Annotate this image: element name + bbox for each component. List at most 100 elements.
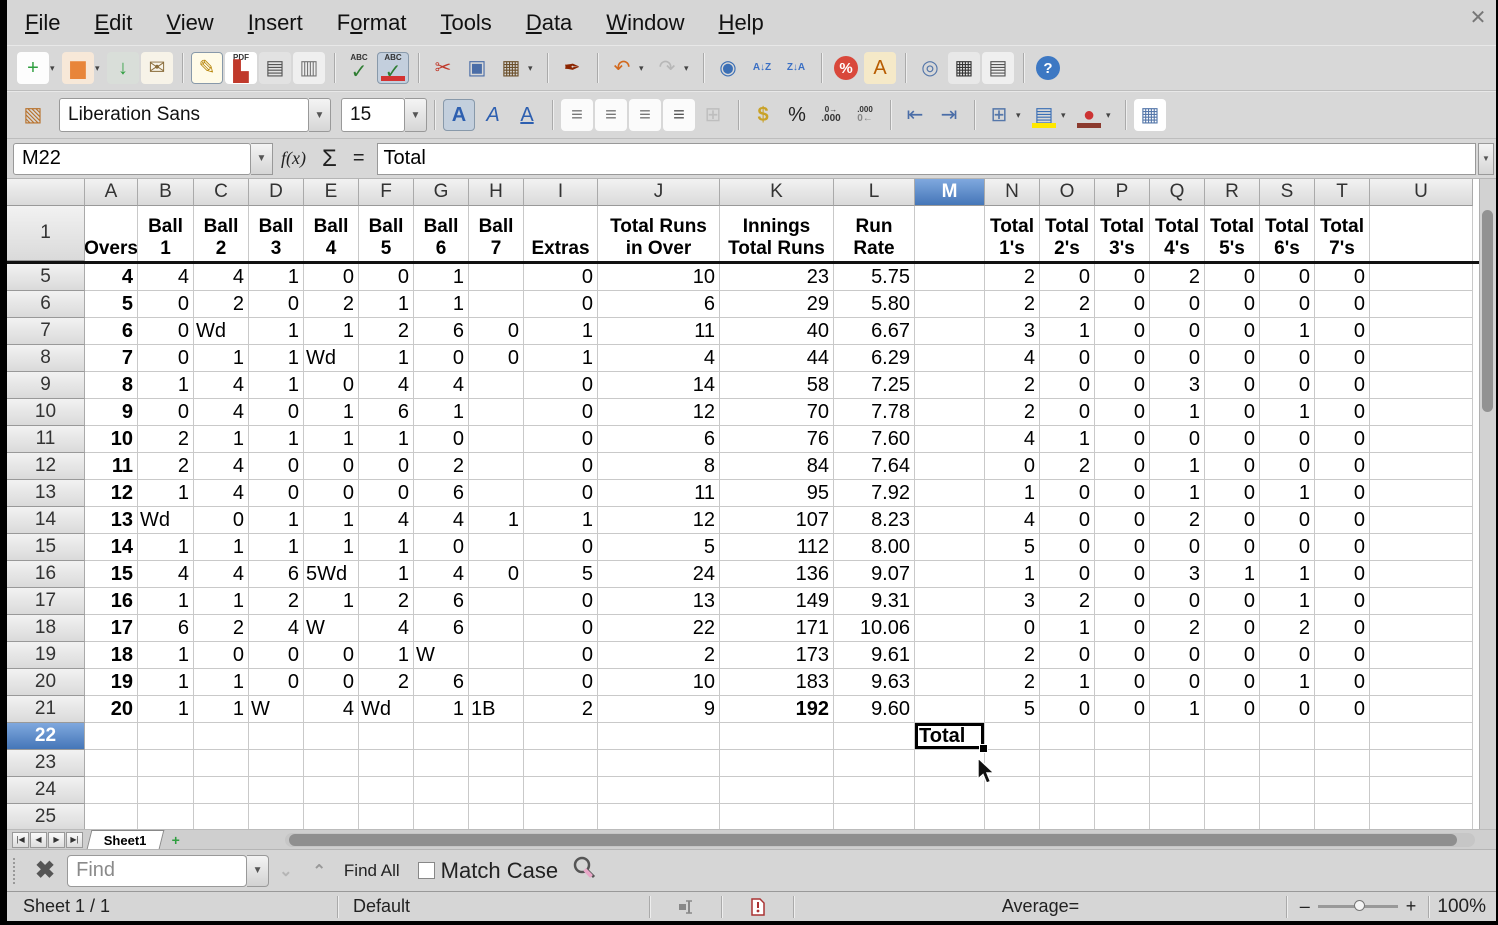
menu-window[interactable]: Window	[606, 10, 684, 36]
close-findbar-icon[interactable]: ✖	[35, 856, 55, 885]
cell-O20[interactable]: 1	[1040, 669, 1095, 696]
cell-Q20[interactable]: 0	[1150, 669, 1205, 696]
cell-I23[interactable]	[524, 750, 598, 777]
cell-E5[interactable]: 0	[304, 264, 359, 291]
cell-N18[interactable]: 0	[985, 615, 1040, 642]
cell-G19[interactable]: W	[414, 642, 469, 669]
cell-S18[interactable]: 2	[1260, 615, 1315, 642]
cell-E25[interactable]	[304, 804, 359, 829]
cell-B18[interactable]: 6	[138, 615, 194, 642]
cell-C15[interactable]: 1	[194, 534, 249, 561]
cell-J12[interactable]: 8	[598, 453, 720, 480]
cell-K24[interactable]	[720, 777, 834, 804]
cell-I12[interactable]: 0	[524, 453, 598, 480]
sheet-number-status[interactable]: Sheet 1 / 1	[7, 896, 337, 917]
find-previous-icon[interactable]: ⌃	[313, 861, 326, 881]
cell-C24[interactable]	[194, 777, 249, 804]
cell-P23[interactable]	[1095, 750, 1150, 777]
cell-A7[interactable]: 6	[85, 318, 138, 345]
navigator-icon[interactable]: ◎	[914, 52, 946, 84]
zoom-out-icon[interactable]: –	[1300, 896, 1310, 917]
vertical-scrollbar-thumb[interactable]	[1482, 210, 1493, 412]
cell-L6[interactable]: 5.80	[834, 291, 915, 318]
borders-icon-dropdown[interactable]: ▾	[1016, 110, 1026, 121]
cell-U23[interactable]	[1370, 750, 1473, 777]
cell-N5[interactable]: 2	[985, 264, 1040, 291]
cell-M25[interactable]	[915, 804, 985, 829]
cell-F5[interactable]: 0	[359, 264, 414, 291]
italic-icon[interactable]: A	[477, 99, 509, 131]
cell-L20[interactable]: 9.63	[834, 669, 915, 696]
cell-K13[interactable]: 95	[720, 480, 834, 507]
align-right-icon[interactable]: ≡	[629, 99, 661, 131]
cell-T24[interactable]	[1315, 777, 1370, 804]
cell-E14[interactable]: 1	[304, 507, 359, 534]
cell-T9[interactable]: 0	[1315, 372, 1370, 399]
menu-edit[interactable]: Edit	[94, 10, 132, 36]
column-header-B[interactable]: B	[138, 179, 194, 206]
cell-O13[interactable]: 0	[1040, 480, 1095, 507]
horizontal-scrollbar-thumb[interactable]	[289, 834, 1457, 846]
cell-S6[interactable]: 0	[1260, 291, 1315, 318]
cell-G9[interactable]: 4	[414, 372, 469, 399]
cell-L24[interactable]	[834, 777, 915, 804]
cell-H19[interactable]	[469, 642, 524, 669]
cell-S25[interactable]	[1260, 804, 1315, 829]
cell-C7[interactable]: Wd	[194, 318, 249, 345]
cell-S7[interactable]: 1	[1260, 318, 1315, 345]
menu-insert[interactable]: Insert	[248, 10, 303, 36]
cell-K6[interactable]: 29	[720, 291, 834, 318]
cell-P10[interactable]: 0	[1095, 399, 1150, 426]
cell-J8[interactable]: 4	[598, 345, 720, 372]
cell-L14[interactable]: 8.23	[834, 507, 915, 534]
border-color-icon-dropdown[interactable]: ▾	[1106, 110, 1116, 121]
add-sheet-icon[interactable]: +	[172, 832, 180, 848]
font-name-dropdown-icon[interactable]: ▼	[309, 98, 331, 132]
background-color-icon-dropdown[interactable]: ▾	[1061, 110, 1071, 121]
cell-O14[interactable]: 0	[1040, 507, 1095, 534]
cell-J15[interactable]: 5	[598, 534, 720, 561]
cell-F12[interactable]: 0	[359, 453, 414, 480]
page-style-status[interactable]: Default	[339, 896, 649, 917]
cell-Q21[interactable]: 1	[1150, 696, 1205, 723]
cell-M5[interactable]	[915, 264, 985, 291]
cell-F10[interactable]: 6	[359, 399, 414, 426]
copy-icon[interactable]: ▣	[461, 52, 493, 84]
cell-Q19[interactable]: 0	[1150, 642, 1205, 669]
cell-K12[interactable]: 84	[720, 453, 834, 480]
first-sheet-icon[interactable]: |◀	[12, 831, 29, 848]
cell-M11[interactable]	[915, 426, 985, 453]
delete-decimal-icon[interactable]: .000 0←	[849, 99, 881, 131]
column-header-G[interactable]: G	[414, 179, 469, 206]
redo-icon[interactable]: ↷	[651, 52, 683, 84]
cell-C22[interactable]	[194, 723, 249, 750]
row-header-21[interactable]: 21	[7, 696, 85, 723]
cell-I18[interactable]: 0	[524, 615, 598, 642]
cell-P13[interactable]: 0	[1095, 480, 1150, 507]
cell-D1[interactable]: Ball 3	[249, 206, 304, 261]
cell-T10[interactable]: 0	[1315, 399, 1370, 426]
styles-icon[interactable]: ▧	[17, 99, 49, 131]
hyperlink-icon[interactable]: ◉	[712, 52, 744, 84]
undo-icon-dropdown[interactable]: ▾	[639, 63, 649, 74]
column-header-T[interactable]: T	[1315, 179, 1370, 206]
cell-M22[interactable]: Total	[915, 723, 988, 753]
cell-D17[interactable]: 2	[249, 588, 304, 615]
cell-M12[interactable]	[915, 453, 985, 480]
cell-B12[interactable]: 2	[138, 453, 194, 480]
cell-B20[interactable]: 1	[138, 669, 194, 696]
cell-L12[interactable]: 7.64	[834, 453, 915, 480]
cell-I20[interactable]: 0	[524, 669, 598, 696]
cell-Q12[interactable]: 1	[1150, 453, 1205, 480]
row-header-19[interactable]: 19	[7, 642, 85, 669]
cell-N17[interactable]: 3	[985, 588, 1040, 615]
cell-J11[interactable]: 6	[598, 426, 720, 453]
cell-E13[interactable]: 0	[304, 480, 359, 507]
cell-S10[interactable]: 1	[1260, 399, 1315, 426]
cell-O19[interactable]: 0	[1040, 642, 1095, 669]
cell-N20[interactable]: 2	[985, 669, 1040, 696]
help-icon[interactable]: ?	[1032, 52, 1064, 84]
currency-icon[interactable]: $	[747, 99, 779, 131]
cell-E22[interactable]	[304, 723, 359, 750]
cell-F21[interactable]: Wd	[359, 696, 414, 723]
